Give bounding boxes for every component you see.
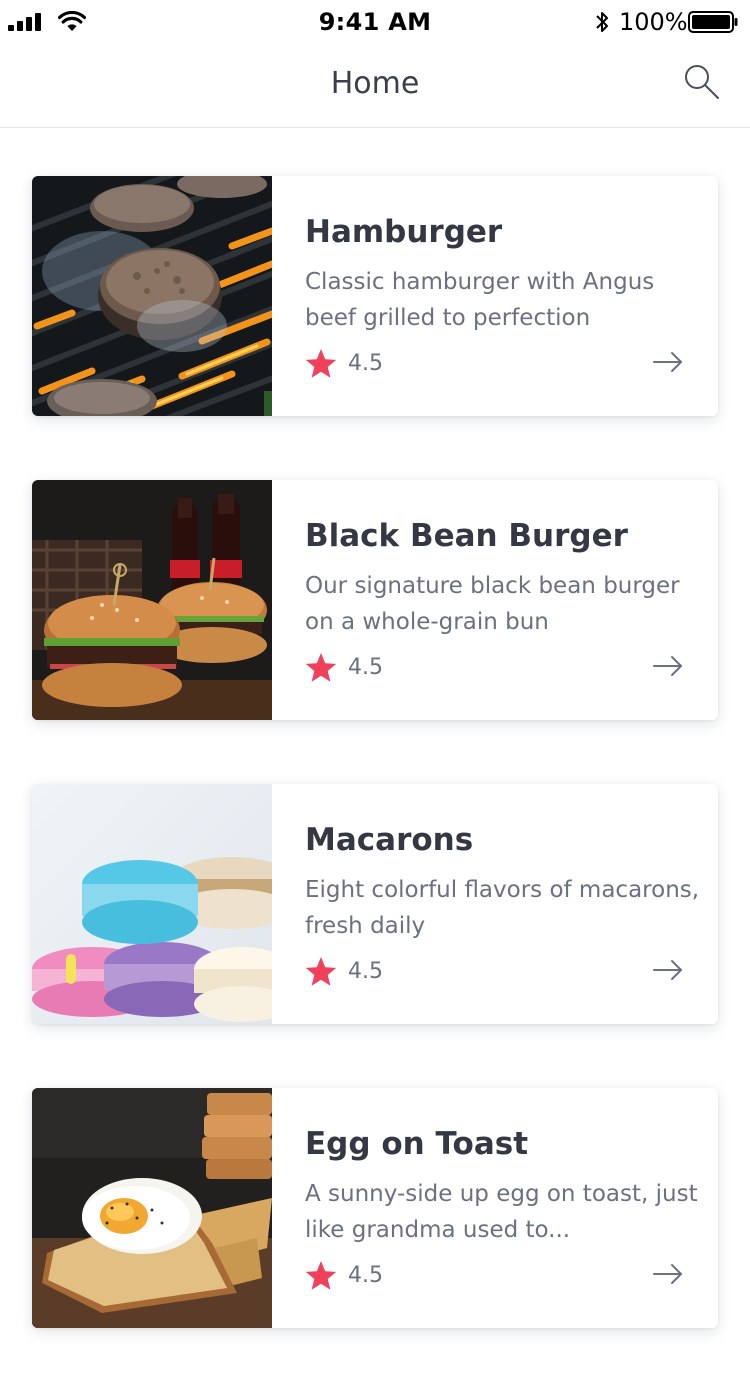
item-description: Our signature black bean burger on a who… — [305, 573, 680, 635]
food-card-macarons[interactable]: Macarons Eight colorful flavors of macar… — [32, 784, 718, 1024]
item-title: Hamburger — [305, 214, 503, 250]
macarons-image — [32, 784, 272, 1024]
rating-value: 4.5 — [348, 959, 383, 984]
star-icon — [305, 653, 337, 682]
arrow-right-icon[interactable] — [652, 654, 684, 678]
item-description: Eight colorful flavors of macarons, fres… — [305, 877, 700, 939]
egg-on-toast-image — [32, 1088, 272, 1328]
food-card-hamburger[interactable]: Hamburger Classic hamburger with Angus b… — [32, 176, 718, 416]
hamburger-image — [32, 176, 272, 416]
star-icon — [305, 1261, 337, 1290]
item-title: Black Bean Burger — [305, 518, 628, 554]
star-icon — [305, 957, 337, 986]
battery-icon — [688, 11, 738, 33]
rating-value: 4.5 — [348, 1263, 383, 1288]
bluetooth-icon — [596, 12, 608, 32]
status-bar: 9:41 AM 100% — [0, 0, 750, 44]
arrow-right-icon[interactable] — [652, 350, 684, 374]
black-bean-burger-image — [32, 480, 272, 720]
item-title: Egg on Toast — [305, 1126, 529, 1162]
item-description: Classic hamburger with Angus beef grille… — [305, 269, 655, 331]
arrow-right-icon[interactable] — [652, 1262, 684, 1286]
food-card-black-bean-burger[interactable]: Black Bean Burger Our signature black be… — [32, 480, 718, 720]
food-card-egg-on-toast[interactable]: Egg on Toast A sunny-side up egg on toas… — [32, 1088, 718, 1328]
search-icon[interactable] — [680, 60, 724, 104]
rating-value: 4.5 — [348, 655, 383, 680]
page-title: Home — [330, 66, 420, 101]
battery-percentage: 100% — [619, 8, 688, 36]
star-icon — [305, 349, 337, 378]
item-title: Macarons — [305, 822, 474, 858]
rating-value: 4.5 — [348, 351, 383, 376]
arrow-right-icon[interactable] — [652, 958, 684, 982]
navigation-bar: Home — [0, 44, 750, 128]
item-description: A sunny-side up egg on toast, just like … — [305, 1181, 698, 1243]
